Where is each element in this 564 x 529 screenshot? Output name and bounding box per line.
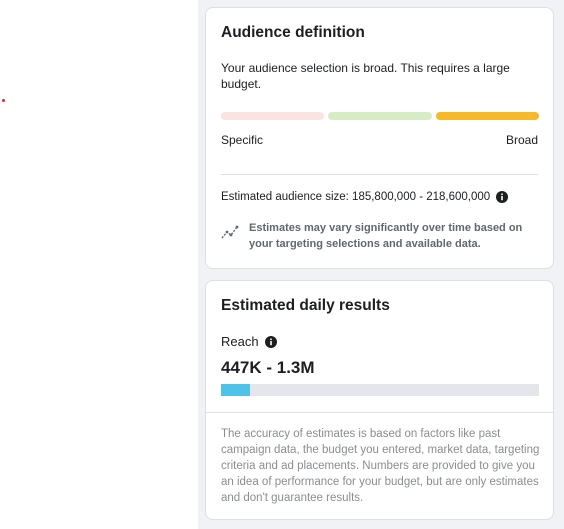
reach-info-icon[interactable] xyxy=(264,335,277,348)
meter-segment-specific xyxy=(221,112,324,120)
right-pane: Audience definition Your audience select… xyxy=(198,0,564,529)
meter-segment-broad xyxy=(436,112,539,120)
reach-label-text: Reach xyxy=(221,334,259,349)
audience-divider xyxy=(221,174,538,175)
reach-value: 447K - 1.3M xyxy=(221,358,315,377)
estimated-daily-results-card: Estimated daily results Reach 447K - 1.3… xyxy=(205,280,554,520)
results-divider xyxy=(206,412,553,413)
reach-bar xyxy=(221,384,539,396)
estimated-audience-size-text: Estimated audience size: 185,800,000 - 2… xyxy=(221,191,491,203)
audience-breadth-meter xyxy=(221,112,539,120)
reach-label: Reach xyxy=(221,334,277,349)
red-dot-marker xyxy=(2,99,5,102)
estimates-note-text: Estimates may vary significantly over ti… xyxy=(249,222,523,250)
reach-bar-fill xyxy=(221,384,250,396)
audience-definition-title: Audience definition xyxy=(221,24,365,41)
estimated-daily-results-title: Estimated daily results xyxy=(221,297,390,314)
estimates-disclaimer: The accuracy of estimates is based on fa… xyxy=(221,428,540,504)
left-pane xyxy=(0,0,198,529)
audience-description: Your audience selection is broad. This r… xyxy=(221,61,510,91)
meter-label-specific: Specific xyxy=(221,133,264,147)
trend-icon xyxy=(221,225,239,239)
info-icon[interactable] xyxy=(496,191,509,203)
audience-definition-card: Audience definition Your audience select… xyxy=(205,7,554,269)
meter-label-broad: Broad xyxy=(505,133,538,147)
estimated-audience-size: Estimated audience size: 185,800,000 - 2… xyxy=(221,191,509,203)
meter-segment-middle xyxy=(328,112,432,120)
